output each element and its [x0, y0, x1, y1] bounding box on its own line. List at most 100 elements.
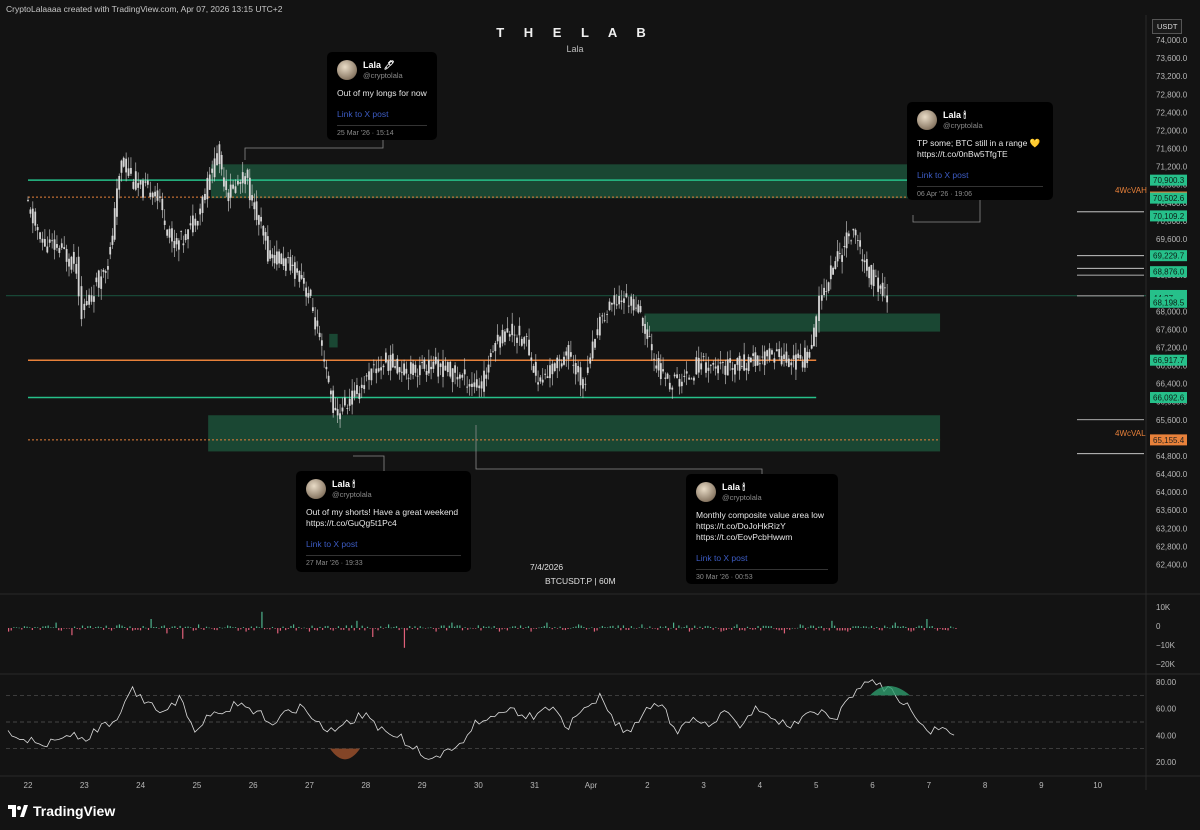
volume-bar [31, 628, 33, 631]
candle [194, 218, 197, 226]
candle [418, 365, 421, 376]
volume-bar [234, 627, 237, 628]
candle [234, 186, 237, 193]
candle [412, 363, 414, 375]
candle [77, 256, 80, 297]
volume-bar [760, 628, 762, 631]
volume-bar [752, 628, 754, 630]
volume-bar [380, 626, 382, 628]
candle [244, 176, 247, 185]
tradingview-logo[interactable]: TradingView [8, 803, 115, 819]
candle [688, 377, 691, 380]
candle [446, 362, 449, 373]
volume-bar [646, 628, 648, 629]
tweet-card[interactable]: Lala 🕯 @cryptolala Monthly composite valu… [686, 474, 838, 584]
tweet-link[interactable]: Link to X post [696, 553, 828, 563]
volume-bar [512, 626, 514, 628]
volume-bar [469, 627, 472, 629]
price-tick-label: 64,400.0 [1156, 470, 1188, 479]
time-tick-label: 7 [927, 781, 932, 790]
candle [815, 316, 818, 337]
tweet-link[interactable]: Link to X post [917, 170, 1043, 180]
volume-bar [97, 626, 99, 628]
candle [116, 188, 118, 217]
candle [70, 256, 73, 270]
volume-bar [765, 625, 767, 628]
candle [768, 348, 771, 361]
avatar [306, 479, 326, 499]
volume-bar [398, 628, 400, 631]
candle [771, 350, 773, 355]
volume-bar [709, 626, 712, 628]
candle [625, 293, 628, 298]
volume-bar [910, 628, 912, 632]
volume-bar [47, 625, 49, 628]
candle [724, 365, 727, 375]
candle [530, 357, 533, 361]
candle [389, 354, 392, 371]
candle [248, 177, 251, 201]
candle [291, 264, 294, 267]
candle [68, 258, 70, 267]
candle [80, 286, 83, 320]
candle [775, 349, 778, 352]
candle [707, 367, 710, 371]
price-tag-label: 69,229.7 [1153, 252, 1185, 261]
volume-bar [290, 625, 292, 628]
volume-bar [382, 628, 384, 629]
price-tag: 66,092.6 [1150, 392, 1187, 404]
tweet-link[interactable]: Link to X post [337, 109, 427, 119]
candle [63, 247, 66, 250]
volume-bar [894, 622, 896, 628]
rsi-tick-label: 20.00 [1156, 758, 1177, 767]
candle [877, 277, 880, 292]
volume-bar [952, 627, 954, 629]
volume-bar [955, 628, 957, 630]
candle [734, 364, 736, 375]
tweet-card[interactable]: Lala 🕯 @cryptolala TP some; BTC still in … [907, 102, 1053, 200]
candle [127, 168, 130, 176]
tweet-link[interactable]: Link to X post [306, 539, 461, 549]
candle [421, 362, 423, 364]
volume-bar [649, 626, 651, 628]
volume-bar [564, 628, 567, 631]
volume-bar [889, 627, 891, 629]
candle [745, 368, 748, 371]
candle [360, 384, 363, 388]
candle [539, 377, 542, 382]
candle [639, 306, 642, 312]
volume-bar [865, 626, 867, 628]
candle [348, 398, 351, 406]
candle [567, 344, 570, 360]
tweet-author: Lala 🕯 [943, 110, 967, 120]
volume-bar [13, 627, 15, 628]
volume-bar [459, 625, 461, 628]
volume-bar [807, 627, 809, 629]
candle [494, 342, 497, 352]
volume-bar [662, 627, 664, 629]
candle [139, 180, 142, 185]
candle [199, 208, 202, 215]
tweet-card[interactable]: Lala 🖊 @cryptolala Out of my longs for no… [327, 52, 437, 140]
volume-bar [432, 628, 435, 629]
volume-bar [849, 628, 852, 630]
candle [444, 365, 447, 371]
candle [251, 195, 253, 201]
volume-bar [282, 626, 284, 628]
tweet-card[interactable]: Lala 🕯 @cryptolala Out of my shorts! Have… [296, 471, 471, 572]
candle [83, 303, 86, 311]
volume-bar [852, 626, 854, 628]
candle [726, 359, 729, 376]
candle [282, 258, 285, 266]
volume-bar [121, 625, 123, 628]
volume-bar [129, 626, 131, 628]
time-tick-label: 2 [645, 781, 650, 790]
chart-symbol-label: BTCUSDT.P | 60M [545, 576, 616, 586]
volume-bar [58, 628, 60, 631]
candle [565, 351, 568, 356]
volume-bar [754, 628, 757, 630]
candle [41, 238, 44, 243]
candle [36, 227, 39, 231]
volume-bar [335, 628, 337, 629]
volume-bar [337, 626, 340, 628]
